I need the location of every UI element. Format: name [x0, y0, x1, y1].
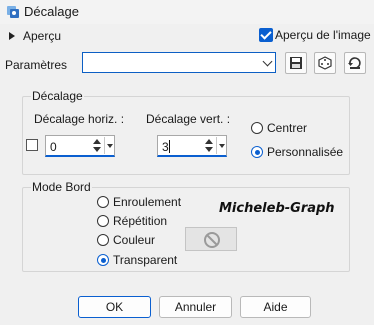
vertical-offset-spinner[interactable]: 3: [157, 135, 227, 157]
horizontal-offset-label: Décalage horiz. :: [34, 112, 125, 126]
watermark-text: Micheleb-Graph: [219, 201, 335, 216]
text-cursor: [169, 140, 170, 153]
radio-color[interactable]: [97, 234, 109, 246]
app-icon: [6, 5, 20, 19]
cancel-button[interactable]: Annuler: [159, 296, 232, 318]
floppy-disk-icon: [290, 57, 302, 69]
vertical-spin-arrows[interactable]: [202, 137, 216, 154]
radio-custom[interactable]: [251, 146, 263, 158]
radio-transparent-label[interactable]: Transparent: [113, 253, 177, 267]
spin-up-icon[interactable]: [205, 139, 213, 144]
horizontal-offset-value: 0: [50, 140, 57, 154]
window-title: Décalage: [24, 4, 79, 19]
vertical-offset-value: 3: [162, 140, 169, 154]
horizontal-offset-spinner[interactable]: 0: [45, 135, 115, 157]
reset-icon: [348, 57, 361, 69]
radio-center-label[interactable]: Centrer: [267, 121, 307, 135]
spin-up-icon[interactable]: [93, 139, 101, 144]
horizontal-spin-dropdown[interactable]: [104, 137, 115, 154]
preview-toggle-label[interactable]: Aperçu: [23, 29, 61, 43]
spin-down-icon[interactable]: [205, 147, 213, 152]
dice-icon: [318, 56, 332, 70]
radio-wrap-label[interactable]: Enroulement: [113, 195, 181, 209]
vertical-spin-dropdown[interactable]: [216, 137, 227, 154]
offset-checkbox[interactable]: [26, 139, 38, 151]
preview-image-checkbox[interactable]: [259, 28, 273, 42]
parameters-label: Paramètres: [5, 58, 68, 72]
radio-repeat[interactable]: [97, 215, 109, 227]
chevron-down-icon: [262, 56, 273, 67]
radio-color-label[interactable]: Couleur: [113, 233, 155, 247]
edge-mode-group-title: Mode Bord: [31, 180, 92, 194]
radio-transparent[interactable]: [97, 254, 109, 266]
horizontal-spin-arrows[interactable]: [90, 137, 104, 154]
ok-button[interactable]: OK: [78, 296, 151, 318]
disabled-icon: [204, 232, 220, 248]
reset-button[interactable]: [344, 52, 366, 74]
expand-preview-caret-icon[interactable]: [9, 32, 15, 40]
radio-center[interactable]: [251, 122, 263, 134]
save-preset-button[interactable]: [285, 52, 307, 74]
offset-group-title: Décalage: [31, 89, 84, 103]
radio-repeat-label[interactable]: Répétition: [113, 214, 167, 228]
parameters-dropdown[interactable]: [82, 52, 276, 73]
preview-image-label[interactable]: Aperçu de l'image: [275, 28, 371, 42]
random-button[interactable]: [314, 52, 336, 74]
vertical-offset-label: Décalage vert. :: [146, 112, 231, 126]
spin-down-icon[interactable]: [93, 147, 101, 152]
title-bar: Décalage: [0, 0, 374, 24]
radio-custom-label[interactable]: Personnalisée: [267, 145, 343, 159]
radio-wrap[interactable]: [97, 196, 109, 208]
help-button[interactable]: Aide: [240, 296, 311, 318]
color-swatch[interactable]: [185, 227, 237, 251]
